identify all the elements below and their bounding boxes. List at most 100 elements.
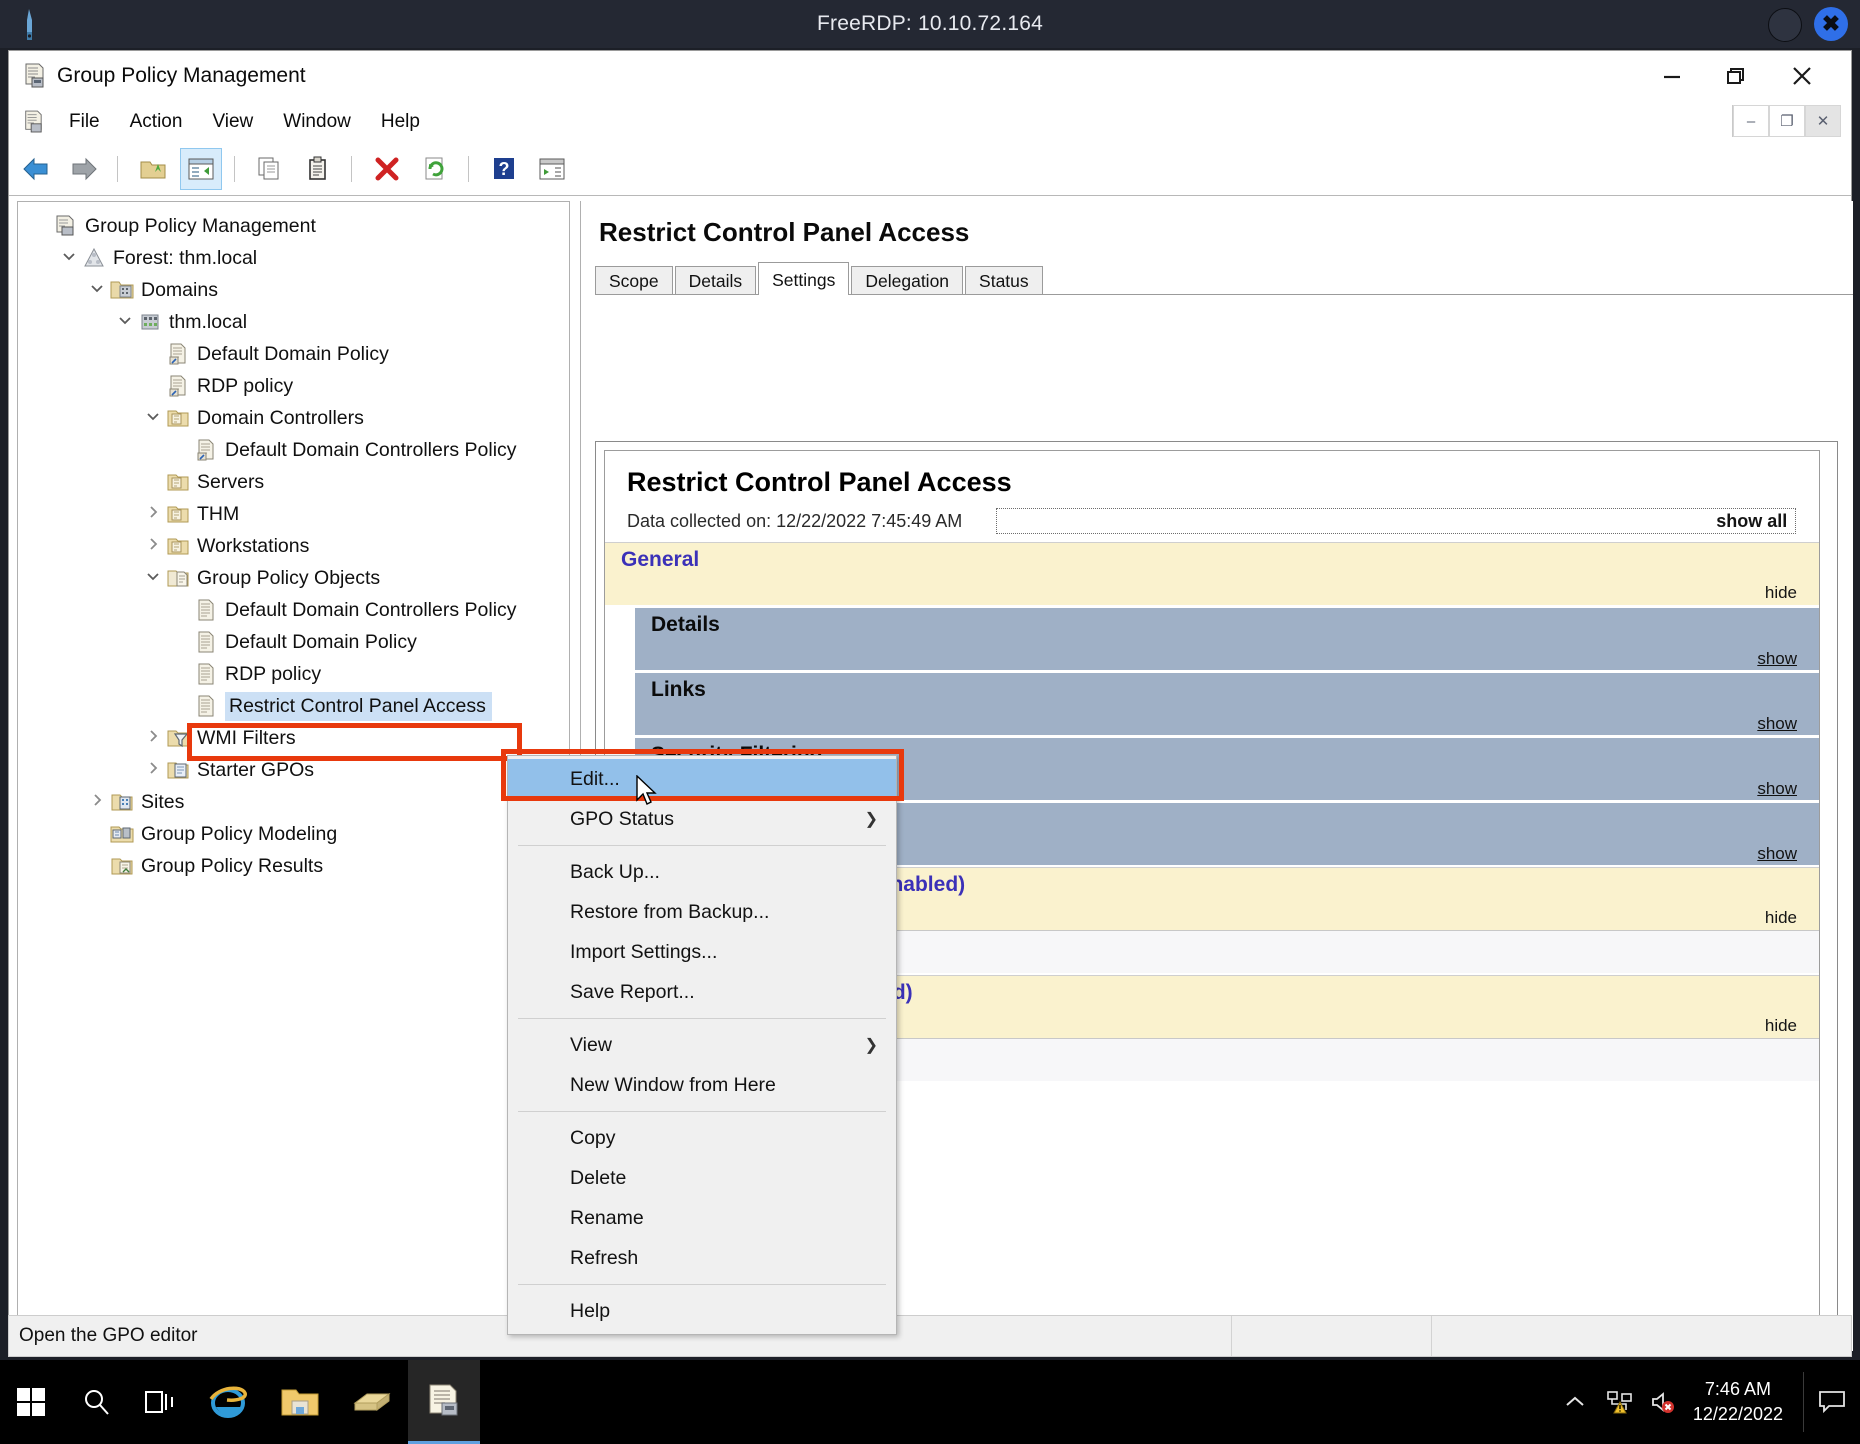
tree-item-group-policy-management[interactable]: Group Policy Management <box>18 210 569 242</box>
menu-item-copy[interactable]: Copy <box>508 1118 896 1158</box>
menu-item-rename[interactable]: Rename <box>508 1198 896 1238</box>
system-tray: 7:46 AM 12/22/2022 <box>1553 1360 1860 1444</box>
tree-item-default-domain-policy[interactable]: Default Domain Policy <box>18 626 569 658</box>
tree-item-default-domain-controllers-policy[interactable]: Default Domain Controllers Policy <box>18 434 569 466</box>
help-icon[interactable]: ? <box>483 148 525 190</box>
window-minimize-button[interactable] <box>1641 51 1703 101</box>
chevron-right-icon[interactable] <box>140 537 166 555</box>
freerdp-minimize-button[interactable] <box>1768 8 1802 42</box>
chevron-right-icon[interactable] <box>140 729 166 747</box>
tree-item-sites[interactable]: Sites <box>18 786 569 818</box>
menu-item-new-window-from-here[interactable]: New Window from Here <box>508 1065 896 1105</box>
chevron-down-icon[interactable] <box>84 281 110 299</box>
menu-item-refresh[interactable]: Refresh <box>508 1238 896 1278</box>
menu-file[interactable]: File <box>65 109 104 135</box>
task-view-icon[interactable] <box>128 1360 192 1444</box>
chevron-down-icon[interactable] <box>140 569 166 587</box>
chevron-down-icon[interactable] <box>140 409 166 427</box>
menu-window[interactable]: Window <box>279 109 355 135</box>
tree-item-starter-gpos[interactable]: Starter GPOs <box>18 754 569 786</box>
internet-explorer-icon[interactable] <box>192 1360 264 1444</box>
tree-item-group-policy-results[interactable]: Group Policy Results <box>18 850 569 882</box>
menu-item-restore-from-backup[interactable]: Restore from Backup... <box>508 892 896 932</box>
child-minimize-button[interactable]: – <box>1733 105 1769 137</box>
menu-item-back-up[interactable]: Back Up... <box>508 852 896 892</box>
delete-icon[interactable] <box>366 148 408 190</box>
tab-status[interactable]: Status <box>965 266 1043 294</box>
report-section-toggle[interactable]: show <box>1757 649 1797 669</box>
report-section-toggle[interactable]: show <box>1757 844 1797 864</box>
menu-item-edit[interactable]: Edit... <box>508 759 896 799</box>
tab-scope[interactable]: Scope <box>595 266 673 294</box>
tree-item-rdp-policy[interactable]: RDP policy <box>18 370 569 402</box>
copy-icon[interactable] <box>249 148 291 190</box>
menu-item-delete[interactable]: Delete <box>508 1158 896 1198</box>
tree-item-domains[interactable]: Domains <box>18 274 569 306</box>
child-restore-button[interactable]: ❐ <box>1769 105 1805 137</box>
start-button-icon[interactable] <box>0 1360 64 1444</box>
report-section-toggle[interactable]: show <box>1757 779 1797 799</box>
tree-item-domain-controllers[interactable]: Domain Controllers <box>18 402 569 434</box>
tree-item-rdp-policy[interactable]: RDP policy <box>18 658 569 690</box>
ou-folder-icon <box>166 471 190 493</box>
show-all-button[interactable]: show all <box>996 508 1797 534</box>
menu-view[interactable]: View <box>208 109 257 135</box>
report-section-toggle[interactable]: show <box>1757 714 1797 734</box>
gpo-context-menu[interactable]: Edit... GPO Status ❯ Back Up... Restore from… <box>507 755 897 1335</box>
file-explorer-icon[interactable] <box>264 1360 336 1444</box>
child-close-button[interactable]: ✕ <box>1805 105 1841 137</box>
search-icon[interactable] <box>64 1360 128 1444</box>
up-one-level-icon[interactable] <box>132 148 174 190</box>
volume-muted-icon[interactable] <box>1641 1360 1685 1444</box>
clock[interactable]: 7:46 AM 12/22/2022 <box>1693 1377 1783 1427</box>
paste-icon[interactable] <box>297 148 339 190</box>
menu-item-label: Import Settings... <box>570 940 718 963</box>
tree-item-group-policy-modeling[interactable]: Group Policy Modeling <box>18 818 569 850</box>
forward-icon[interactable] <box>63 148 105 190</box>
report-section-toggle[interactable]: hide <box>1765 583 1797 603</box>
server-manager-icon[interactable] <box>336 1360 408 1444</box>
menu-item-gpo-status[interactable]: GPO Status ❯ <box>508 799 896 839</box>
tree-item-group-policy-objects[interactable]: Group Policy Objects <box>18 562 569 594</box>
chevron-down-icon[interactable] <box>56 249 82 267</box>
menu-action[interactable]: Action <box>126 109 187 135</box>
show-hide-action-pane-icon[interactable] <box>531 148 573 190</box>
tab-details[interactable]: Details <box>674 266 757 294</box>
tree-item-thm[interactable]: THM <box>18 498 569 530</box>
domain-icon <box>138 311 162 333</box>
report-section-toggle[interactable]: hide <box>1765 1016 1797 1036</box>
network-warning-icon[interactable] <box>1597 1360 1641 1444</box>
tree-item-workstations[interactable]: Workstations <box>18 530 569 562</box>
back-icon[interactable] <box>15 148 57 190</box>
menu-item-view[interactable]: View ❯ <box>508 1025 896 1065</box>
chevron-down-icon[interactable] <box>112 313 138 331</box>
freerdp-close-button[interactable]: ✖ <box>1814 7 1848 41</box>
menu-item-save-report[interactable]: Save Report... <box>508 972 896 1012</box>
tab-settings[interactable]: Settings <box>758 262 850 295</box>
tree-item-label: Default Domain Controllers Policy <box>225 438 517 461</box>
chevron-right-icon[interactable] <box>140 761 166 779</box>
menu-help[interactable]: Help <box>377 109 424 135</box>
show-hide-console-tree-icon[interactable] <box>180 148 222 190</box>
report-section-toggle[interactable]: hide <box>1765 908 1797 928</box>
action-center-icon[interactable] <box>1804 1360 1860 1444</box>
window-maximize-button[interactable] <box>1703 51 1765 101</box>
group-policy-management-icon[interactable] <box>408 1360 480 1444</box>
tree-item-forest-thm-local[interactable]: Forest: thm.local <box>18 242 569 274</box>
chevron-up-icon[interactable] <box>1553 1360 1597 1444</box>
tab-delegation[interactable]: Delegation <box>851 266 964 294</box>
menu-item-help[interactable]: Help <box>508 1291 896 1331</box>
window-close-button[interactable] <box>1771 51 1833 101</box>
tree-item-wmi-filters[interactable]: WMI Filters <box>18 722 569 754</box>
menu-item-import-settings[interactable]: Import Settings... <box>508 932 896 972</box>
refresh-icon[interactable] <box>414 148 456 190</box>
chevron-right-icon[interactable] <box>84 793 110 811</box>
console-tree-pane[interactable]: Group Policy Management Forest: thm.local… <box>17 201 570 1351</box>
tree-item-default-domain-controllers-policy[interactable]: Default Domain Controllers Policy <box>18 594 569 626</box>
tree-item-label: Domains <box>141 278 218 301</box>
tree-item-thm-local[interactable]: thm.local <box>18 306 569 338</box>
tree-item-restrict-control-panel-access[interactable]: Restrict Control Panel Access <box>18 690 569 722</box>
tree-item-default-domain-policy[interactable]: Default Domain Policy <box>18 338 569 370</box>
tree-item-servers[interactable]: Servers <box>18 466 569 498</box>
chevron-right-icon[interactable] <box>140 505 166 523</box>
